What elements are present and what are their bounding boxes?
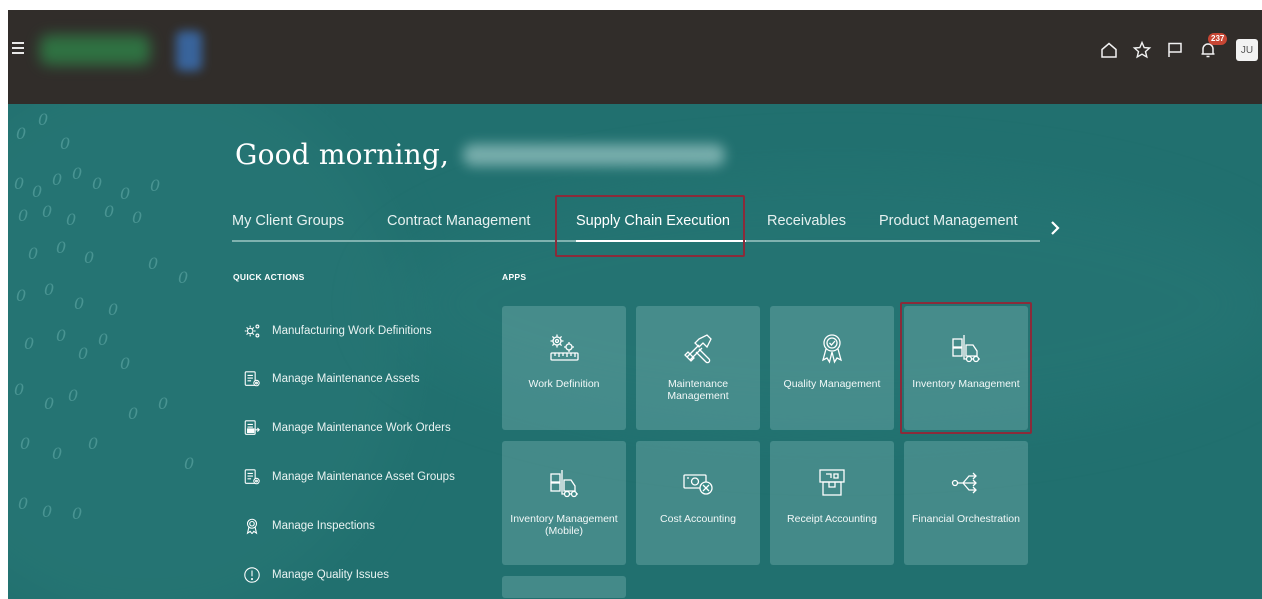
decorative-pattern: 000 0000000 00000 00000 0000 00000 00000… [14,110,195,523]
greeting-text: Good morning, [235,137,450,171]
work-definition-icon [242,321,262,341]
user-name-redacted [463,144,726,166]
app-tile-partial[interactable] [502,576,626,598]
global-header: 237 JU [8,10,1262,104]
favorites-star-icon[interactable] [1130,38,1154,62]
app-tile-label: Quality Management [783,378,881,390]
flow-branch-icon [948,465,984,501]
app-tile-cost-accounting[interactable]: Cost Accounting [636,441,760,565]
award-ribbon-icon [814,330,850,366]
app-tile-inventory-management-mobile[interactable]: Inventory Management (Mobile) [502,441,626,565]
cash-calculator-icon [680,465,716,501]
quick-action-manage-inspections[interactable]: Manage Inspections [242,515,375,537]
menu-icon[interactable] [12,40,28,56]
alert-circle-icon [242,565,262,585]
greeting-banner: Good morning, [235,134,726,174]
app-tile-label: Inventory Management (Mobile) [510,513,618,537]
flag-icon[interactable] [1163,38,1187,62]
tools-icon [680,330,716,366]
package-icon [814,465,850,501]
quick-actions-heading: QUICK ACTIONS [233,272,305,282]
header-icon-bar: 237 JU [1088,33,1262,62]
gears-ruler-icon [546,330,582,366]
company-logo[interactable] [34,27,202,75]
quick-action-label: Manufacturing Work Definitions [272,325,432,337]
quick-action-manufacturing-work-definitions[interactable]: Manufacturing Work Definitions [242,320,432,342]
app-tile-label: Receipt Accounting [787,513,877,525]
user-avatar[interactable]: JU [1236,39,1258,61]
quick-action-manage-maintenance-asset-groups[interactable]: Manage Maintenance Asset Groups [242,466,455,488]
app-tile-receipt-accounting[interactable]: Receipt Accounting [770,441,894,565]
app-tile-quality-management[interactable]: Quality Management [770,306,894,430]
home-icon[interactable] [1097,38,1121,62]
quick-action-label: Manage Inspections [272,520,375,532]
app-tile-financial-orchestration[interactable]: Financial Orchestration [904,441,1028,565]
asset-group-icon [242,467,262,487]
app-tile-label: Inventory Management [912,378,1020,390]
app-tile-label: Cost Accounting [660,513,736,525]
tabs-next-chevron-icon[interactable] [1048,218,1062,238]
app-tile-work-definition[interactable]: Work Definition [502,306,626,430]
quick-action-manage-maintenance-assets[interactable]: Manage Maintenance Assets [242,368,420,390]
quick-action-manage-maintenance-work-orders[interactable]: Manage Maintenance Work Orders [242,417,451,439]
work-order-icon [242,418,262,438]
app-tile-label: Maintenance Management [667,378,729,402]
quick-action-label: Manage Quality Issues [272,569,389,581]
forklift-icon [546,465,582,501]
inspection-badge-icon [242,516,262,536]
app-window: 237 JU 000 0000000 00000 00000 0000 0000… [8,10,1262,599]
app-tile-inventory-management[interactable]: Inventory Management [904,306,1028,430]
asset-list-icon [242,369,262,389]
active-tab-indicator [576,240,746,242]
app-tile-label: Financial Orchestration [912,513,1020,525]
app-tile-label: Work Definition [528,378,600,390]
quick-action-manage-quality-issues[interactable]: Manage Quality Issues [242,564,389,586]
apps-heading: APPS [502,272,527,282]
quick-action-label: Manage Maintenance Work Orders [272,422,451,434]
quick-action-label: Manage Maintenance Assets [272,373,420,385]
springboard-main: 000 0000000 00000 00000 0000 00000 00000… [8,104,1262,599]
notification-count-badge: 237 [1208,33,1228,45]
forklift-icon [948,330,984,366]
notifications-bell-icon[interactable]: 237 [1196,33,1228,62]
app-tile-maintenance-management[interactable]: Maintenance Management [636,306,760,430]
quick-action-label: Manage Maintenance Asset Groups [272,471,455,483]
